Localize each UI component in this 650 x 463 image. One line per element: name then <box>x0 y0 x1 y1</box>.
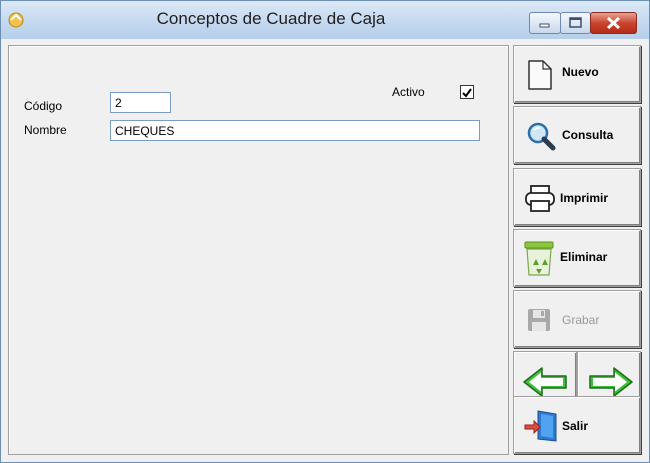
close-button[interactable] <box>590 12 637 34</box>
grabar-button[interactable]: Grabar <box>513 290 641 348</box>
client-area: Código Nombre Activo Nuevo <box>8 39 642 455</box>
maximize-icon <box>569 17 582 28</box>
maximize-button[interactable] <box>560 12 591 34</box>
close-icon <box>606 16 621 30</box>
imprimir-button[interactable]: Imprimir <box>513 168 641 226</box>
salir-label: Salir <box>562 419 589 433</box>
recycle-bin-icon <box>524 241 554 276</box>
codigo-field[interactable] <box>110 92 171 113</box>
minimize-icon <box>539 23 550 28</box>
activo-checkbox[interactable] <box>460 85 474 99</box>
arrow-right-icon <box>589 367 633 397</box>
arrow-left-icon <box>523 367 567 397</box>
grabar-label: Grabar <box>562 313 600 327</box>
consulta-label: Consulta <box>562 128 614 142</box>
codigo-label: Código <box>24 99 63 113</box>
activo-label: Activo <box>392 85 425 99</box>
window-title: Conceptos de Cuadre de Caja <box>156 9 386 28</box>
exit-door-icon <box>524 410 557 442</box>
salir-button[interactable]: Salir <box>513 396 641 454</box>
nombre-field[interactable] <box>110 120 480 141</box>
eliminar-button[interactable]: Eliminar <box>513 229 641 287</box>
printer-icon <box>525 185 555 212</box>
form-panel: Código Nombre Activo <box>8 45 509 455</box>
imprimir-label: Imprimir <box>560 191 609 205</box>
new-document-icon <box>528 60 552 90</box>
title-bar[interactable]: Conceptos de Cuadre de Caja <box>1 1 649 39</box>
checkmark-icon <box>462 88 472 98</box>
nuevo-button[interactable]: Nuevo <box>513 45 641 103</box>
nombre-label: Nombre <box>24 123 67 137</box>
window: Conceptos de Cuadre de Caja Código Nombr… <box>0 0 650 463</box>
eliminar-label: Eliminar <box>560 250 608 264</box>
save-disk-icon <box>528 309 550 331</box>
nuevo-label: Nuevo <box>562 65 599 79</box>
minimize-button[interactable] <box>529 12 561 34</box>
consulta-button[interactable]: Consulta <box>513 106 641 164</box>
search-icon <box>527 122 556 151</box>
